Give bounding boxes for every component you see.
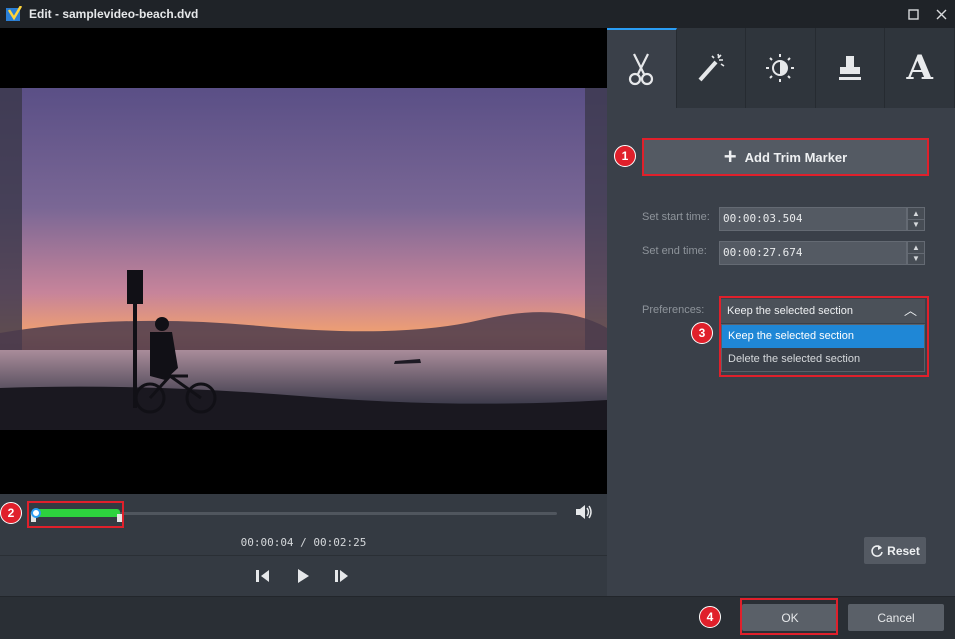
trim-selection[interactable] <box>36 509 120 517</box>
video-frame-image <box>0 88 607 430</box>
app-logo-icon <box>6 6 23 21</box>
reset-label: Reset <box>887 543 920 558</box>
preferences-selected-value: Keep the selected section <box>727 305 853 317</box>
dialog-footer: OK Cancel <box>0 596 955 639</box>
end-time-stepper[interactable]: ▲ ▼ <box>907 241 925 265</box>
start-time-input[interactable]: 00:00:03.504 <box>719 207 907 231</box>
add-trim-marker-label: Add Trim Marker <box>744 149 848 165</box>
stamp-icon <box>839 56 862 80</box>
option-keep-selected[interactable]: Keep the selected section <box>722 325 924 348</box>
divider <box>0 555 607 556</box>
start-time-stepper[interactable]: ▲ ▼ <box>907 207 925 231</box>
tab-trim[interactable] <box>607 28 677 108</box>
chevron-up-icon[interactable]: ▲ <box>908 242 924 254</box>
window-title: Edit - samplevideo-beach.dvd <box>29 7 199 21</box>
text-icon: A <box>906 48 933 88</box>
reset-button[interactable]: Reset <box>864 537 926 564</box>
end-time-label: Set end time: <box>642 245 707 257</box>
previous-frame-icon[interactable] <box>254 568 272 584</box>
scissors-icon <box>629 53 654 86</box>
preferences-label: Preferences: <box>642 304 705 316</box>
ok-button[interactable]: OK <box>742 604 838 631</box>
chevron-down-icon[interactable]: ▼ <box>908 254 924 265</box>
annotation-number: 2 <box>0 502 22 524</box>
preferences-options-list: Keep the selected section Delete the sel… <box>721 324 925 372</box>
magic-wand-icon <box>698 53 725 82</box>
end-time-input[interactable]: 00:00:27.674 <box>719 241 907 265</box>
next-frame-icon[interactable] <box>333 568 351 584</box>
start-time-label: Set start time: <box>642 211 710 223</box>
plus-icon: + <box>723 144 737 169</box>
brightness-icon <box>766 54 795 82</box>
tab-watermark[interactable] <box>816 28 886 108</box>
play-icon[interactable] <box>294 568 312 584</box>
annotation-number: 3 <box>691 322 713 344</box>
annotation-number: 4 <box>699 606 721 628</box>
add-trim-marker-button[interactable]: + Add Trim Marker <box>644 140 927 174</box>
edit-tools-panel: A + Add Trim Marker Set start time: 00:0… <box>607 28 955 596</box>
volume-icon[interactable] <box>575 504 593 520</box>
playhead-handle[interactable] <box>31 508 41 518</box>
chevron-up-icon[interactable]: ▲ <box>908 208 924 220</box>
close-icon[interactable] <box>931 4 951 24</box>
annotation-number: 1 <box>614 145 636 167</box>
maximize-icon[interactable] <box>903 4 923 24</box>
tab-text[interactable]: A <box>885 28 955 108</box>
option-delete-selected[interactable]: Delete the selected section <box>722 348 924 371</box>
tool-tabs: A <box>607 28 955 108</box>
cancel-button[interactable]: Cancel <box>848 604 944 631</box>
tab-adjust[interactable] <box>746 28 816 108</box>
chevron-down-icon[interactable]: ▼ <box>908 220 924 231</box>
video-preview <box>0 28 607 494</box>
edit-window: Edit - samplevideo-beach.dvd 00:00:04 / … <box>0 0 955 639</box>
timeline-area: 00:00:04 / 00:02:25 <box>0 494 607 596</box>
preferences-dropdown[interactable]: Keep the selected section ︿ <box>721 299 925 323</box>
trim-end-handle[interactable] <box>117 514 122 522</box>
title-bar: Edit - samplevideo-beach.dvd <box>0 0 955 28</box>
reset-icon <box>871 544 883 557</box>
chevron-up-icon: ︿ <box>903 303 917 318</box>
timecode-display: 00:00:04 / 00:02:25 <box>240 536 367 549</box>
tab-effects[interactable] <box>677 28 747 108</box>
